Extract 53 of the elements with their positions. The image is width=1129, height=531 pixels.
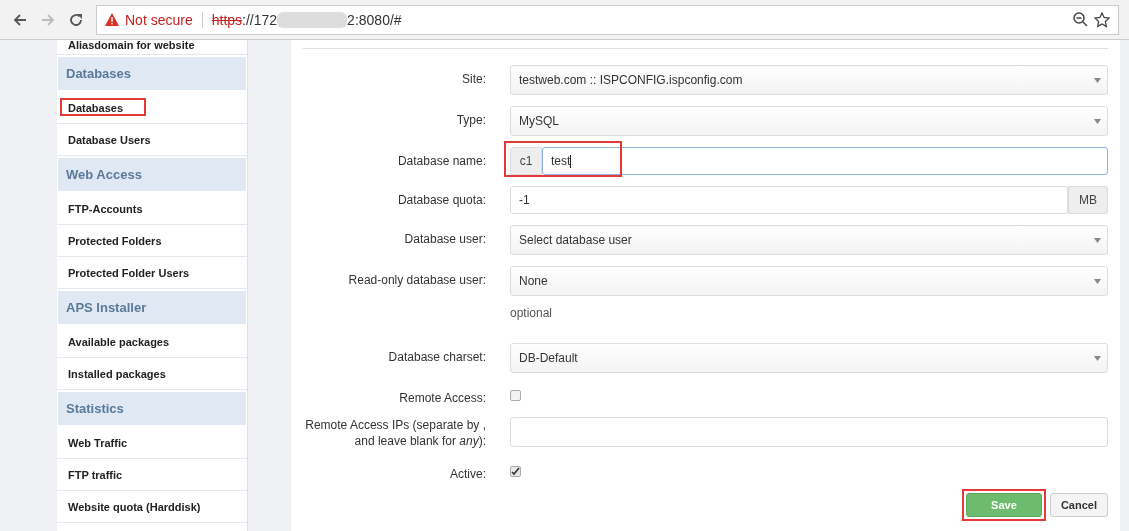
dropdown-arrow-icon bbox=[1094, 237, 1101, 243]
checkbox[interactable] bbox=[510, 390, 521, 401]
input-field[interactable]: -1 bbox=[510, 186, 1068, 214]
star-icon[interactable] bbox=[1094, 11, 1110, 28]
field-label: Remote Access: bbox=[398, 390, 487, 406]
field-label: Read-only database user: bbox=[347, 272, 487, 288]
dropdown-arrow-icon bbox=[1094, 77, 1101, 83]
sidebar-item[interactable]: Protected Folders bbox=[63, 231, 167, 250]
address-text[interactable]: https://172 bbox=[211, 11, 278, 28]
field-label: Database name: bbox=[396, 153, 487, 169]
dropdown-arrow-icon bbox=[1094, 278, 1101, 284]
select-field[interactable]: MySQL bbox=[510, 106, 1108, 136]
select-field[interactable]: testweb.com :: ISPCONFIG.ispconfig.com bbox=[510, 65, 1108, 95]
form-button[interactable]: Cancel bbox=[1049, 493, 1108, 517]
field-label: Site: bbox=[461, 71, 487, 87]
sidebar-item[interactable]: Database Users bbox=[63, 130, 156, 149]
help-text: optional bbox=[510, 306, 554, 320]
reload-icon[interactable] bbox=[68, 11, 84, 28]
sidebar-section-header: APS Installer bbox=[58, 291, 246, 324]
dropdown-arrow-icon bbox=[1094, 118, 1101, 124]
field-label: Database user: bbox=[403, 231, 487, 247]
field-label: Type: bbox=[455, 112, 487, 128]
dropdown-arrow-icon bbox=[1094, 355, 1101, 361]
select-field[interactable]: None bbox=[510, 266, 1108, 296]
sidebar-item[interactable]: Web Traffic bbox=[63, 433, 133, 452]
field-label: Database charset: bbox=[387, 349, 487, 365]
zoom-out-icon[interactable] bbox=[1073, 12, 1088, 27]
address-text[interactable]: 2:8080/# bbox=[347, 11, 402, 28]
sidebar-item[interactable]: FTP traffic bbox=[63, 465, 128, 484]
security-status: Not secure bbox=[125, 11, 193, 28]
sidebar-item[interactable]: Databases bbox=[63, 98, 129, 117]
checkbox[interactable] bbox=[510, 466, 521, 477]
select-field[interactable]: Select database user bbox=[510, 225, 1108, 255]
sidebar-section-header: Statistics bbox=[58, 392, 246, 425]
field-label: Active: bbox=[449, 466, 487, 482]
input-field[interactable]: test bbox=[542, 147, 1108, 175]
sidebar-item[interactable]: Website quota (Harddisk) bbox=[63, 497, 206, 516]
sidebar-item[interactable]: FTP-Accounts bbox=[63, 199, 148, 218]
back-icon[interactable] bbox=[12, 11, 28, 28]
sidebar-item[interactable]: Aliasdomain for website bbox=[63, 40, 200, 54]
unit-label: MB bbox=[1068, 186, 1108, 214]
select-field[interactable]: DB-Default bbox=[510, 343, 1108, 373]
sidebar-section-header: Web Access bbox=[58, 158, 246, 191]
database-prefix: c1 bbox=[510, 147, 542, 175]
sidebar-item[interactable]: Protected Folder Users bbox=[63, 263, 195, 282]
sidebar-section-header: Databases bbox=[58, 57, 246, 90]
redaction-block bbox=[277, 11, 348, 28]
input-field[interactable] bbox=[510, 417, 1108, 447]
field-label: Remote Access IPs (separate by , and leave blank for any): bbox=[304, 417, 487, 449]
sidebar-item[interactable]: Available packages bbox=[63, 332, 175, 351]
sidebar-item[interactable]: Installed packages bbox=[63, 364, 171, 383]
field-label: Database quota: bbox=[396, 192, 487, 208]
warning-icon bbox=[105, 13, 119, 26]
